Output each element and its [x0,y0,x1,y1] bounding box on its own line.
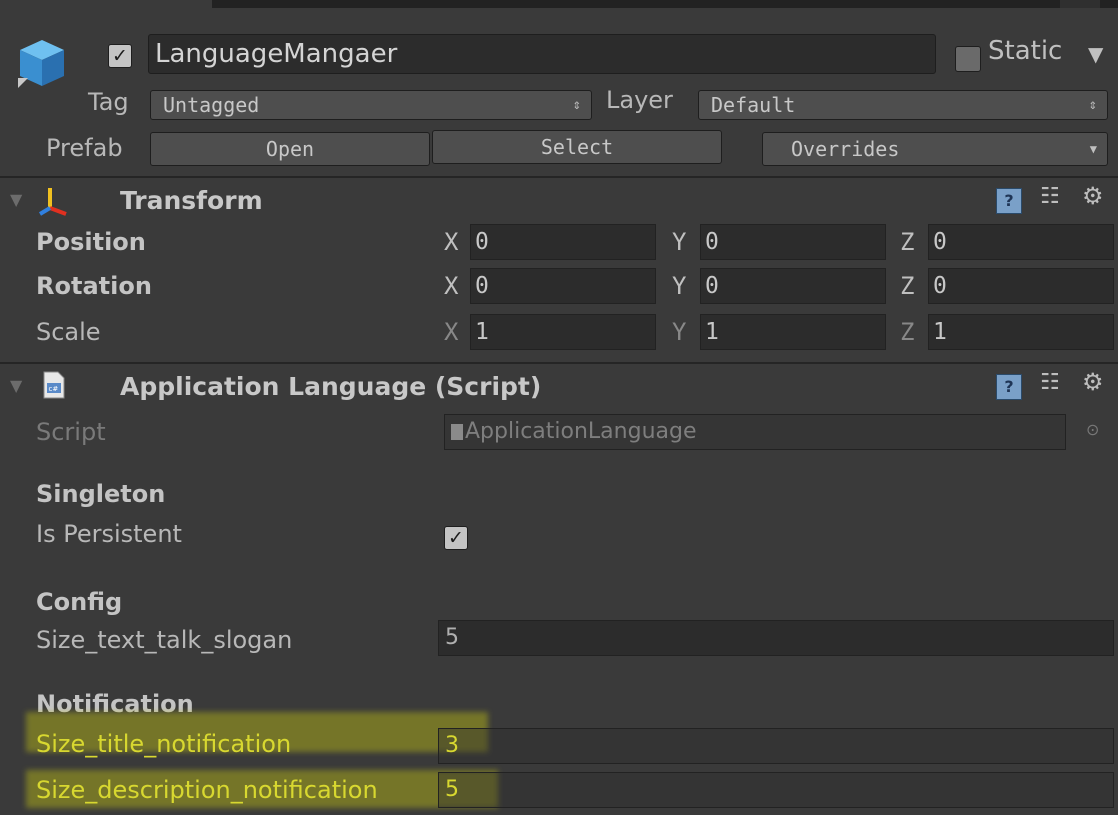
axis-x-label[interactable]: X [444,272,458,300]
scale-y-field[interactable]: 1 [700,314,886,350]
active-checkbox[interactable]: ✓ [108,44,132,68]
gear-icon[interactable]: ⚙ [1082,182,1104,210]
scale-label: Scale [36,318,101,346]
object-name-field[interactable]: LanguageMangaer [148,34,936,74]
transform-axes-icon [38,188,67,216]
position-x-field[interactable]: 0 [470,224,656,260]
size-text-talk-slogan-field[interactable]: 5 [438,620,1114,656]
scale-x-field[interactable]: 1 [470,314,656,350]
prefab-select-button[interactable]: Select [432,130,722,164]
gear-icon[interactable]: ⚙ [1082,368,1104,396]
axis-y-label[interactable]: Y [672,272,686,300]
layer-label: Layer [606,86,673,114]
prefab-overrides-dropdown[interactable]: Overrides ▼ [762,132,1108,166]
rotation-z-field[interactable]: 0 [928,268,1114,304]
cube-icon [18,40,64,88]
axis-z-label[interactable]: Z [900,228,914,256]
size-title-notification-label: Size_title_notification [36,730,292,758]
tag-label: Tag [88,88,129,116]
config-header: Config [36,588,123,616]
checkmark-icon: ✓ [448,527,464,549]
static-label: Static [988,36,1063,66]
axis-y-label[interactable]: Y [672,318,686,346]
static-dropdown-arrow-icon[interactable]: ▼ [1088,42,1103,66]
position-z-field[interactable]: 0 [928,224,1114,260]
svg-text:c#: c# [49,385,59,393]
foldout-arrow-icon[interactable]: ▼ [10,376,22,395]
transform-header[interactable]: ▼ Transform ? ☷ ⚙ [0,180,1118,222]
dropdown-arrow-icon: ▼ [1089,142,1097,156]
prefab-open-button[interactable]: Open [150,132,430,166]
axis-y-label[interactable]: Y [672,228,686,256]
overrides-label: Overrides [791,137,900,161]
layer-dropdown[interactable]: Default ⇕ [698,90,1108,120]
position-y-field[interactable]: 0 [700,224,886,260]
preset-sliders-icon[interactable]: ☷ [1040,370,1060,395]
help-book-icon[interactable]: ? [996,188,1022,214]
help-book-icon[interactable]: ? [996,374,1022,400]
checkmark-icon: ✓ [112,45,128,67]
rotation-x-field[interactable]: 0 [470,268,656,304]
axis-z-label[interactable]: Z [900,318,914,346]
script-component-header[interactable]: ▼ c# Application Language (Script) ? ☷ ⚙ [0,366,1118,408]
divider [0,176,1118,178]
tab-menu[interactable] [1060,0,1100,8]
script-value: ApplicationLanguage [465,419,697,444]
script-file-icon [451,424,463,440]
updown-arrow-icon: ⇕ [572,97,581,113]
script-label: Script [36,418,106,446]
axis-x-label[interactable]: X [444,318,458,346]
is-persistent-checkbox[interactable]: ✓ [444,526,468,550]
tag-value: Untagged [163,93,260,117]
csharp-script-icon: c# [43,371,65,399]
singleton-header: Singleton [36,480,166,508]
axis-z-label[interactable]: Z [900,272,914,300]
rotation-y-field[interactable]: 0 [700,268,886,304]
size-title-notification-field[interactable]: 3 [438,728,1114,764]
component-title: Transform [120,186,263,215]
inspector-tab[interactable] [0,0,212,8]
rotation-label: Rotation [36,272,152,300]
updown-arrow-icon: ⇕ [1088,97,1097,113]
size-description-notification-field[interactable]: 5 [438,772,1114,808]
preset-sliders-icon[interactable]: ☷ [1040,184,1060,209]
scale-z-field[interactable]: 1 [928,314,1114,350]
script-reference-field: ApplicationLanguage [444,414,1066,450]
tag-dropdown[interactable]: Untagged ⇕ [150,90,592,120]
component-title: Application Language (Script) [120,372,542,401]
position-label: Position [36,228,146,256]
foldout-arrow-icon[interactable]: ▼ [10,190,22,209]
object-picker-icon[interactable]: ⊙ [1086,420,1099,439]
size-description-notification-label: Size_description_notification [36,776,378,804]
prefab-label: Prefab [46,134,123,162]
axis-x-label[interactable]: X [444,228,458,256]
is-persistent-label: Is Persistent [36,520,182,548]
divider [0,362,1118,364]
layer-value: Default [711,93,796,117]
static-checkbox[interactable] [955,46,981,72]
size-text-talk-slogan-label: Size_text_talk_slogan [36,626,293,654]
